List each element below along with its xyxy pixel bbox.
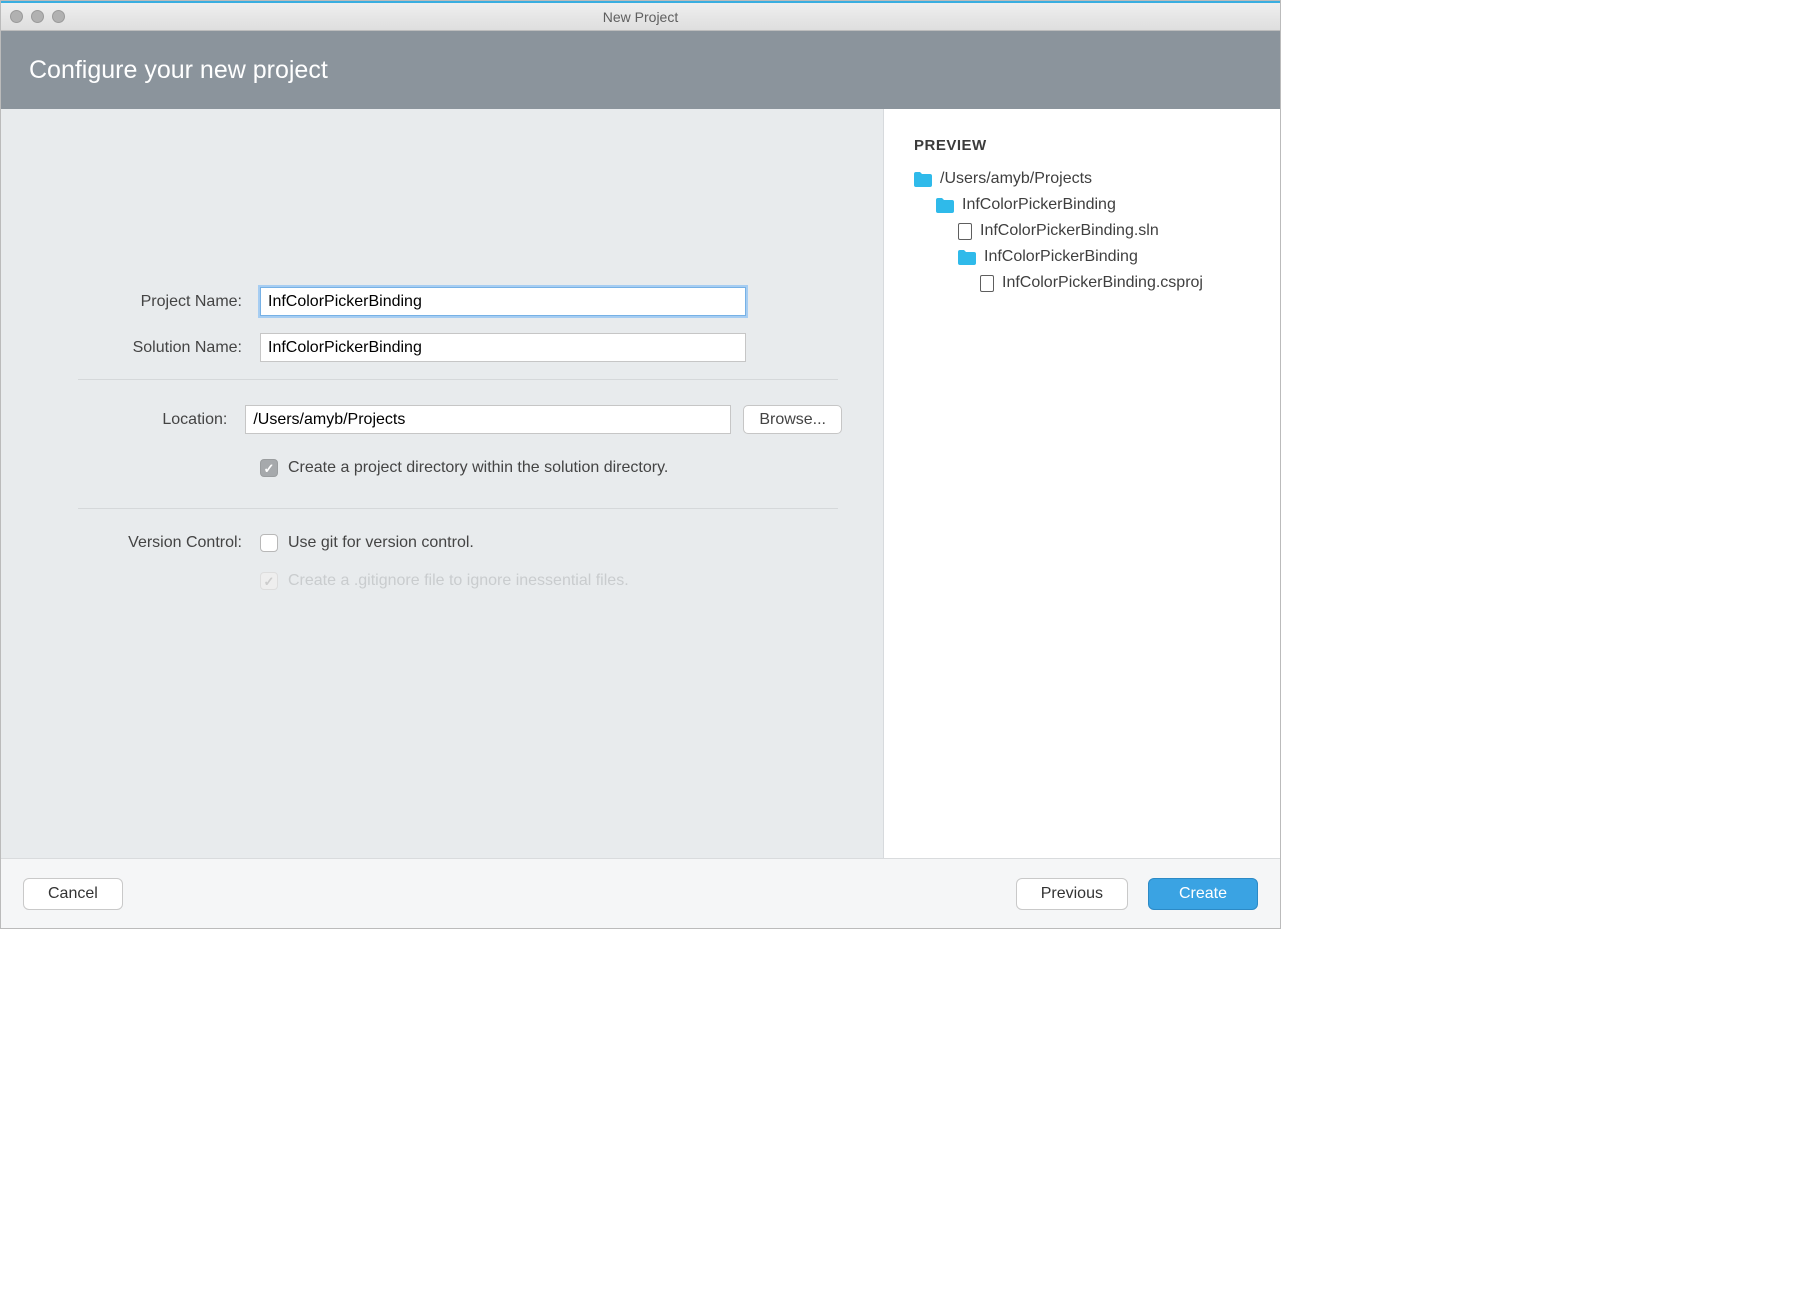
tree-root-label: /Users/amyb/Projects [940, 170, 1092, 188]
preview-panel: PREVIEW /Users/amyb/Projects InfColorPic… [884, 109, 1280, 858]
location-input[interactable] [245, 405, 731, 434]
gitignore-checkbox [260, 572, 278, 590]
footer: Cancel Previous Create [1, 858, 1280, 928]
tree-project-file-label: InfColorPickerBinding.csproj [1002, 274, 1203, 292]
header-title: Configure your new project [29, 56, 328, 85]
create-button[interactable]: Create [1148, 878, 1258, 910]
use-git-label: Use git for version control. [288, 534, 474, 552]
tree-solution-folder: InfColorPickerBinding [914, 192, 1270, 218]
project-name-label: Project Name: [42, 293, 260, 311]
zoom-window-icon[interactable] [52, 10, 65, 23]
create-directory-label: Create a project directory within the so… [288, 459, 668, 477]
solution-name-label: Solution Name: [42, 339, 260, 357]
gitignore-label: Create a .gitignore file to ignore iness… [288, 572, 629, 590]
use-git-checkbox[interactable] [260, 534, 278, 552]
tree-project-folder: InfColorPickerBinding [914, 244, 1270, 270]
folder-icon [914, 172, 932, 186]
tree-solution-file: InfColorPickerBinding.sln [914, 218, 1270, 244]
create-directory-checkbox[interactable] [260, 459, 278, 477]
form-panel: Project Name: Solution Name: Location: B… [1, 109, 884, 858]
cancel-button[interactable]: Cancel [23, 878, 123, 910]
tree-project-file: InfColorPickerBinding.csproj [914, 270, 1270, 296]
tree-solution-file-label: InfColorPickerBinding.sln [980, 222, 1159, 240]
browse-button[interactable]: Browse... [743, 405, 842, 434]
folder-icon [958, 250, 976, 264]
folder-icon [936, 198, 954, 212]
tree-solution-folder-label: InfColorPickerBinding [962, 196, 1116, 214]
location-label: Location: [42, 411, 245, 429]
tree-root: /Users/amyb/Projects [914, 166, 1270, 192]
divider-2 [78, 508, 838, 509]
close-window-icon[interactable] [10, 10, 23, 23]
file-icon [958, 223, 972, 240]
traffic-lights [1, 10, 65, 23]
minimize-window-icon[interactable] [31, 10, 44, 23]
tree-project-folder-label: InfColorPickerBinding [984, 248, 1138, 266]
solution-name-input[interactable] [260, 333, 746, 362]
divider [78, 379, 838, 380]
preview-title: PREVIEW [914, 137, 1270, 154]
file-icon [980, 275, 994, 292]
header: Configure your new project [1, 31, 1280, 109]
previous-button[interactable]: Previous [1016, 878, 1128, 910]
titlebar: New Project [1, 1, 1280, 31]
project-name-input[interactable] [260, 287, 746, 316]
window-title: New Project [1, 9, 1280, 25]
version-control-label: Version Control: [42, 534, 260, 552]
